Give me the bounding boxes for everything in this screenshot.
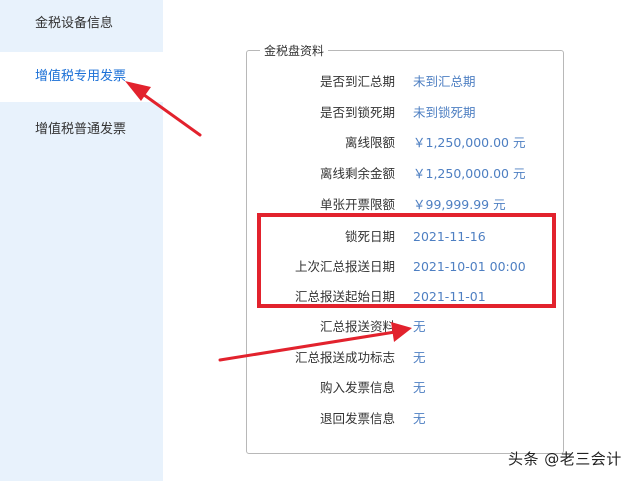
arrow-to-sidebar-icon — [125, 81, 202, 137]
watermark: 头条 @老三会计 — [508, 450, 622, 468]
annotation-arrows — [125, 81, 412, 362]
arrow-to-summary-icon — [218, 322, 412, 362]
